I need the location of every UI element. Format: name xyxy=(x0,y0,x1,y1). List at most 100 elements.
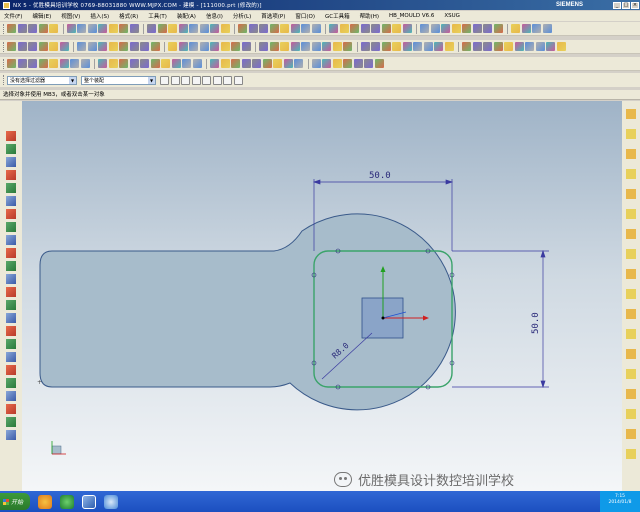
menu-item-5[interactable]: 工具(T) xyxy=(148,12,167,20)
tb3-tool-icon-0[interactable] xyxy=(7,59,16,68)
tb1-tool-icon-1[interactable] xyxy=(17,24,27,33)
tb2-tool-icon-38[interactable] xyxy=(434,42,443,51)
tb2-tool-icon-27[interactable] xyxy=(311,42,321,51)
tb2-tool-icon-26[interactable] xyxy=(301,42,310,51)
sketch-tool-icon-12[interactable] xyxy=(6,287,16,297)
tb2-tool-icon-2[interactable] xyxy=(28,42,37,51)
snap-box-icon[interactable] xyxy=(233,75,243,85)
menu-item-6[interactable]: 装配(A) xyxy=(177,12,196,20)
tb3-tool-icon-9[interactable] xyxy=(108,59,118,68)
tb1-tool-icon-41[interactable] xyxy=(472,24,482,33)
sketch-tool-icon-1[interactable] xyxy=(6,144,16,154)
tb1-tool-icon-42[interactable] xyxy=(483,24,492,33)
snap-point-icon[interactable] xyxy=(223,75,232,85)
tb2-tool-icon-12[interactable] xyxy=(140,42,149,51)
sketch-tool-icon-11[interactable] xyxy=(6,274,16,284)
tb2-tool-icon-44[interactable] xyxy=(504,42,513,51)
tb2-tool-icon-35[interactable] xyxy=(402,42,412,51)
tb3-tool-icon-4[interactable] xyxy=(49,59,58,68)
tb2-tool-icon-49[interactable] xyxy=(556,42,566,51)
menu-item-12[interactable]: 帮助(H) xyxy=(360,12,379,20)
scope-filter-select[interactable]: 整个装配 ▼ xyxy=(81,75,156,85)
tb1-tool-icon-6[interactable] xyxy=(77,24,86,33)
sketch-tool-icon-19[interactable] xyxy=(6,378,16,388)
tb1-tool-icon-9[interactable] xyxy=(108,24,118,33)
tb3-tool-icon-23[interactable] xyxy=(262,59,272,68)
settings-task-icon[interactable] xyxy=(104,494,118,509)
tb3-tool-icon-24[interactable] xyxy=(273,59,282,68)
sketch-tool-icon-18[interactable] xyxy=(6,365,16,375)
resource-tab-icon-15[interactable] xyxy=(626,409,636,419)
tb1-tool-icon-46[interactable] xyxy=(532,24,541,33)
tb2-tool-icon-22[interactable] xyxy=(259,42,268,51)
resource-tab-icon-2[interactable] xyxy=(626,149,636,159)
tb2-tool-icon-42[interactable] xyxy=(483,42,492,51)
tb1-tool-icon-3[interactable] xyxy=(38,24,48,33)
tb2-tool-icon-28[interactable] xyxy=(322,42,331,51)
tb1-tool-icon-22[interactable] xyxy=(259,24,268,33)
menu-item-1[interactable]: 编辑(E) xyxy=(32,12,51,20)
tb1-tool-icon-45[interactable] xyxy=(521,24,531,33)
menu-item-11[interactable]: GC工具箱 xyxy=(325,12,350,20)
tb2-tool-icon-14[interactable] xyxy=(168,42,177,51)
tb2-tool-icon-0[interactable] xyxy=(7,42,16,51)
tb3-tool-icon-31[interactable] xyxy=(353,59,363,68)
tb3-tool-icon-1[interactable] xyxy=(17,59,27,68)
tb1-tool-icon-39[interactable] xyxy=(451,24,461,33)
tb2-tool-icon-18[interactable] xyxy=(210,42,219,51)
tb3-tool-icon-5[interactable] xyxy=(59,59,69,68)
tb2-tool-icon-29[interactable] xyxy=(332,42,342,51)
nx-task-icon[interactable] xyxy=(82,494,96,509)
menu-item-14[interactable]: XSUG xyxy=(444,13,460,19)
tb1-tool-icon-37[interactable] xyxy=(430,24,440,33)
snap-circle-icon[interactable] xyxy=(191,75,201,85)
tb2-tool-icon-36[interactable] xyxy=(413,42,422,51)
tb2-tool-icon-25[interactable] xyxy=(290,42,300,51)
snap-arc-icon[interactable] xyxy=(212,75,222,85)
menu-item-4[interactable]: 格式(R) xyxy=(119,12,138,20)
type-filter-select[interactable]: 没有选择过滤器 ▼ xyxy=(7,75,77,85)
tb3-tool-icon-6[interactable] xyxy=(70,59,79,68)
tb2-tool-icon-32[interactable] xyxy=(371,42,380,51)
tb1-tool-icon-35[interactable] xyxy=(402,24,412,33)
tb3-tool-icon-7[interactable] xyxy=(80,59,90,68)
tb1-tool-icon-27[interactable] xyxy=(311,24,321,33)
tb2-tool-icon-41[interactable] xyxy=(472,42,482,51)
tb2-tool-icon-5[interactable] xyxy=(59,42,69,51)
sketch-tool-icon-7[interactable] xyxy=(6,222,16,232)
menu-item-13[interactable]: HB_MOULD V6.6 xyxy=(389,13,434,19)
tb1-tool-icon-15[interactable] xyxy=(178,24,188,33)
resource-tab-icon-0[interactable] xyxy=(626,109,636,119)
tb1-tool-icon-29[interactable] xyxy=(339,24,349,33)
resource-tab-icon-5[interactable] xyxy=(626,209,636,219)
sketch-tool-icon-15[interactable] xyxy=(6,326,16,336)
tb1-tool-icon-13[interactable] xyxy=(157,24,167,33)
tb2-tool-icon-11[interactable] xyxy=(129,42,139,51)
tb1-tool-icon-36[interactable] xyxy=(420,24,429,33)
resource-tab-icon-14[interactable] xyxy=(626,389,636,399)
tb1-tool-icon-26[interactable] xyxy=(301,24,310,33)
tb1-tool-icon-21[interactable] xyxy=(248,24,258,33)
tb3-tool-icon-26[interactable] xyxy=(294,59,303,68)
tb1-tool-icon-23[interactable] xyxy=(269,24,279,33)
tb3-tool-icon-21[interactable] xyxy=(241,59,251,68)
tb2-tool-icon-8[interactable] xyxy=(98,42,107,51)
resource-tab-icon-12[interactable] xyxy=(626,349,636,359)
tb2-tool-icon-43[interactable] xyxy=(493,42,503,51)
tb1-tool-icon-44[interactable] xyxy=(511,24,520,33)
resource-tab-icon-3[interactable] xyxy=(626,169,636,179)
sketch-tool-icon-0[interactable] xyxy=(6,131,16,141)
sketch-tool-icon-14[interactable] xyxy=(6,313,16,323)
browser-icon[interactable] xyxy=(60,494,74,509)
sketch-tool-icon-5[interactable] xyxy=(6,196,16,206)
sketch-tool-icon-22[interactable] xyxy=(6,417,16,427)
tb1-tool-icon-0[interactable] xyxy=(7,24,16,33)
graphics-window[interactable]: 50.0 50.0 R8.0 + xyxy=(22,101,622,491)
tb3-tool-icon-16[interactable] xyxy=(182,59,191,68)
menu-item-9[interactable]: 首选项(P) xyxy=(261,12,285,20)
tb1-tool-icon-40[interactable] xyxy=(462,24,471,33)
tb2-tool-icon-37[interactable] xyxy=(423,42,433,51)
sketch-tool-icon-2[interactable] xyxy=(6,157,16,167)
tb3-tool-icon-10[interactable] xyxy=(119,59,128,68)
sketch-tool-icon-20[interactable] xyxy=(6,391,16,401)
